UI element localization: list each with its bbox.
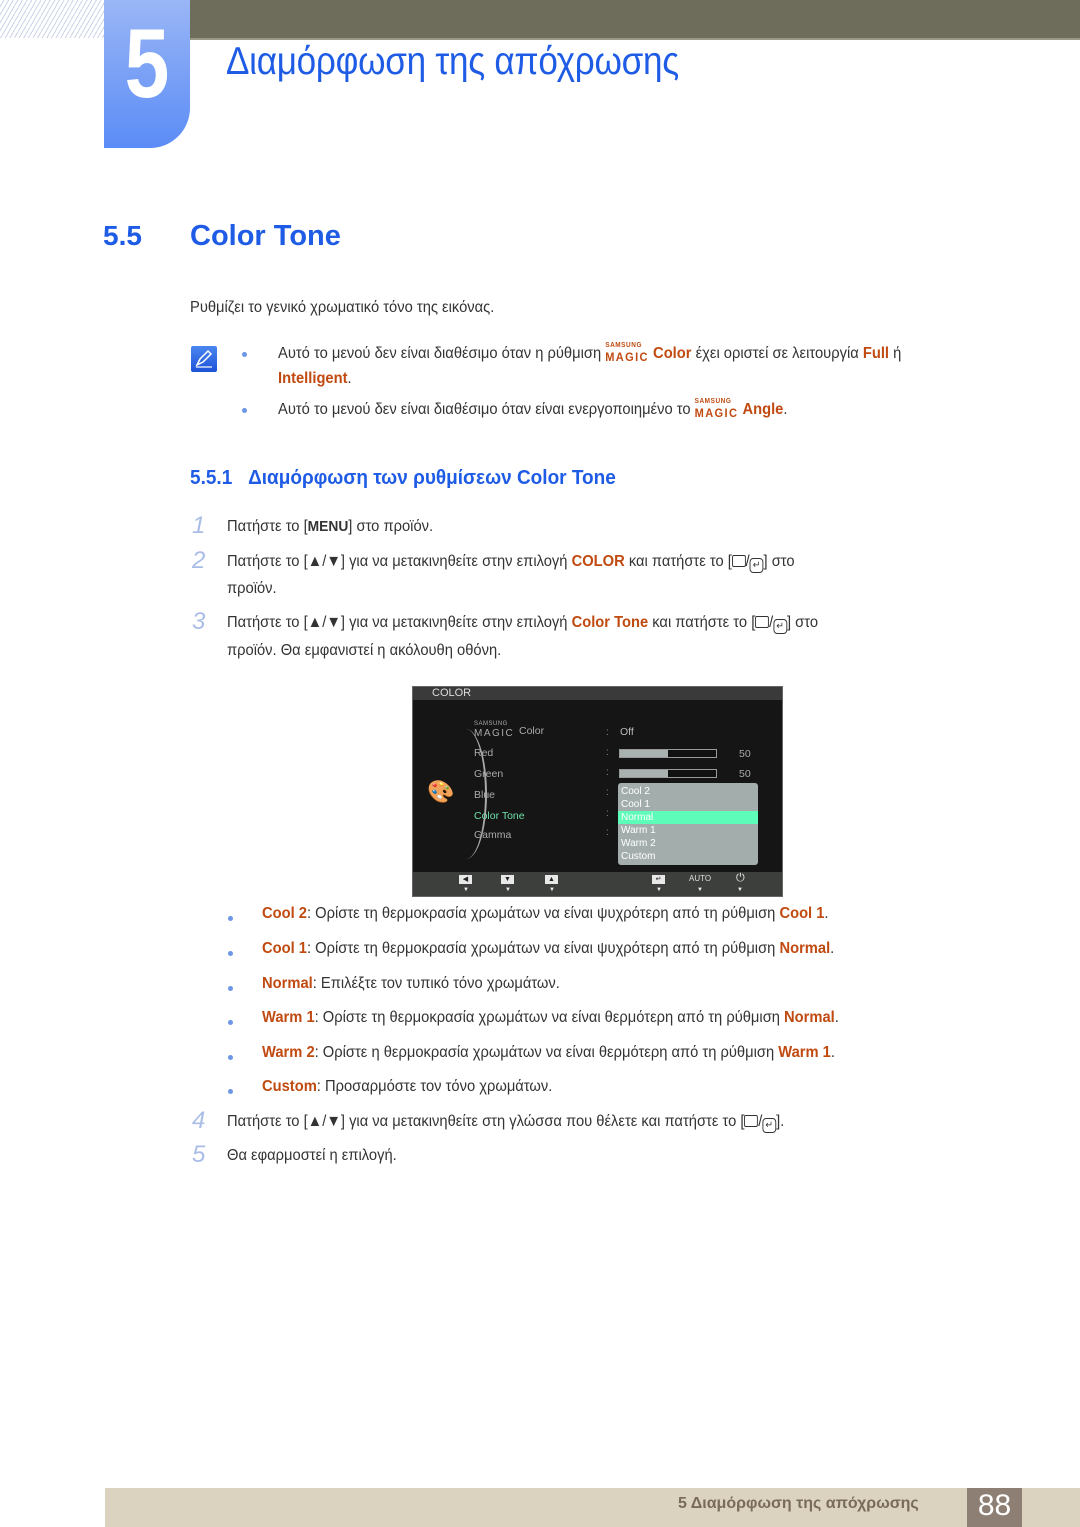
chapter-badge: 5: [104, 0, 190, 148]
step-2-cont: προϊόν.: [227, 580, 277, 597]
step-3: Πατήστε το [▲/▼] για να μετακινηθείτε στ…: [227, 614, 819, 634]
step-4: Πατήστε το [▲/▼] για να μετακινηθείτε στ…: [227, 1113, 785, 1133]
osd-value-magic-color: Off: [620, 726, 634, 738]
step-number: 4: [192, 1107, 206, 1134]
step-2: Πατήστε το [▲/▼] για να μετακινηθείτε στ…: [227, 553, 795, 573]
note-2: Αυτό το μενού δεν είναι διαθέσιμο όταν ε…: [278, 398, 788, 420]
bullet-icon: [242, 352, 247, 357]
note-1-cont: Intelligent.: [278, 370, 352, 387]
bullet-icon: [242, 408, 247, 413]
footer-chapter-title: 5 Διαμόρφωση της απόχρωσης: [678, 1495, 919, 1512]
osd-item-red[interactable]: Red: [474, 747, 493, 759]
osd-item-gamma[interactable]: Gamma: [474, 829, 511, 841]
down-arrow-button[interactable]: ▼: [501, 875, 514, 884]
option-description: Normal: Επιλέξτε τον τυπικό τόνο χρωμάτω…: [262, 975, 560, 992]
osd-title: COLOR: [432, 687, 472, 699]
indicator-icon: ▼: [656, 887, 662, 893]
left-arrow-button[interactable]: ◀: [459, 875, 472, 884]
osd-value-green: 50: [739, 768, 751, 780]
option-cool-1[interactable]: Cool 1: [618, 798, 758, 811]
samsung-magic-logo: SAMSUNG MAGIC: [694, 398, 739, 420]
option-description: Warm 2: Ορίστε η θερμοκρασία χρωμάτων να…: [262, 1044, 835, 1061]
up-arrow-button[interactable]: ▲: [545, 875, 558, 884]
menu-key: MENU: [307, 518, 349, 535]
section-title: Color Tone: [190, 220, 341, 252]
osd-slider-red[interactable]: [619, 749, 717, 758]
indicator-icon: ▼: [737, 887, 743, 893]
indicator-icon: ▼: [463, 887, 469, 893]
power-icon[interactable]: ⏻: [736, 872, 745, 885]
bullet-icon: [228, 1089, 233, 1094]
chapter-number: 5: [124, 8, 170, 118]
option-custom[interactable]: Custom: [618, 850, 758, 863]
osd-item-blue[interactable]: Blue: [474, 789, 495, 801]
top-bar: [190, 0, 1080, 40]
note-1: Αυτό το μενού δεν είναι διαθέσιμο όταν η…: [278, 342, 902, 364]
option-warm-1[interactable]: Warm 1: [618, 824, 758, 837]
samsung-magic-logo: SAMSUNG MAGIC: [605, 342, 649, 364]
corner-hatch-decoration: [0, 0, 104, 38]
bullet-icon: [228, 1055, 233, 1060]
option-description: Cool 1: Ορίστε τη θερμοκρασία χρωμάτων ν…: [262, 940, 835, 957]
enter-key-icon: ↵: [749, 558, 764, 573]
osd-header: COLOR: [413, 687, 782, 700]
page-footer: [105, 1488, 1080, 1527]
option-cool-2[interactable]: Cool 2: [618, 785, 758, 798]
enter-key-icon: ↵: [773, 619, 787, 634]
step-number: 3: [192, 608, 206, 635]
chapter-title: Διαμόρφωση της απόχρωσης: [226, 40, 679, 83]
step-5: Θα εφαρμοστεί η επιλογή.: [227, 1147, 397, 1164]
note-pencil-icon: [191, 346, 217, 372]
subsection-heading: 5.5.1 Διαμόρφωση των ρυθμίσεων Color Ton…: [190, 467, 616, 489]
option-description: Cool 2: Ορίστε τη θερμοκρασία χρωμάτων ν…: [262, 905, 829, 922]
osd-slider-green[interactable]: [619, 769, 717, 778]
intro-text: Ρυθμίζει το γενικό χρωματικό τόνο της ει…: [190, 299, 495, 316]
osd-item-color-tone[interactable]: Color Tone: [474, 810, 525, 822]
bullet-icon: [228, 1020, 233, 1025]
bullet-icon: [228, 951, 233, 956]
osd-value-red: 50: [739, 748, 751, 760]
option-warm-2[interactable]: Warm 2: [618, 837, 758, 850]
osd-color-menu: COLOR 🎨 SAMSUNG MAGIC Color : Off Red : 50…: [412, 686, 783, 897]
option-description: Custom: Προσαρμόστε τον τόνο χρωμάτων.: [262, 1078, 553, 1095]
enter-key-icon: ↵: [762, 1118, 777, 1133]
auto-button[interactable]: AUTO: [689, 874, 711, 883]
step-number: 1: [192, 512, 206, 539]
option-normal[interactable]: Normal: [618, 811, 758, 824]
palette-icon: 🎨: [427, 779, 455, 804]
source-key-icon: [755, 616, 770, 628]
indicator-icon: ▼: [697, 887, 703, 893]
indicator-icon: ▼: [549, 887, 555, 893]
page-number: 88: [977, 1489, 1012, 1522]
bullet-icon: [228, 916, 233, 921]
section-number: 5.5: [103, 220, 142, 251]
osd-button-bar: ◀ ▼ ▼ ▼ ▲ ▼ ↵ ▼ AUTO ▼ ⏻ ▼: [413, 872, 782, 896]
step-number: 5: [192, 1141, 206, 1168]
indicator-icon: ▼: [505, 887, 511, 893]
step-1: Πατήστε το [MENU] στο προϊόν.: [227, 518, 434, 535]
step-3-cont: προϊόν. Θα εμφανιστεί η ακόλουθη οθόνη.: [227, 642, 502, 659]
enter-button[interactable]: ↵: [652, 875, 665, 884]
osd-item-green[interactable]: Green: [474, 768, 503, 780]
bullet-icon: [228, 986, 233, 991]
source-key-icon: [744, 1115, 759, 1127]
option-description: Warm 1: Ορίστε τη θερμοκρασία χρωμάτων ν…: [262, 1009, 839, 1026]
step-number: 2: [192, 547, 206, 574]
source-key-icon: [731, 555, 746, 567]
color-tone-dropdown[interactable]: Cool 2 Cool 1 Normal Warm 1 Warm 2 Custo…: [618, 783, 758, 865]
